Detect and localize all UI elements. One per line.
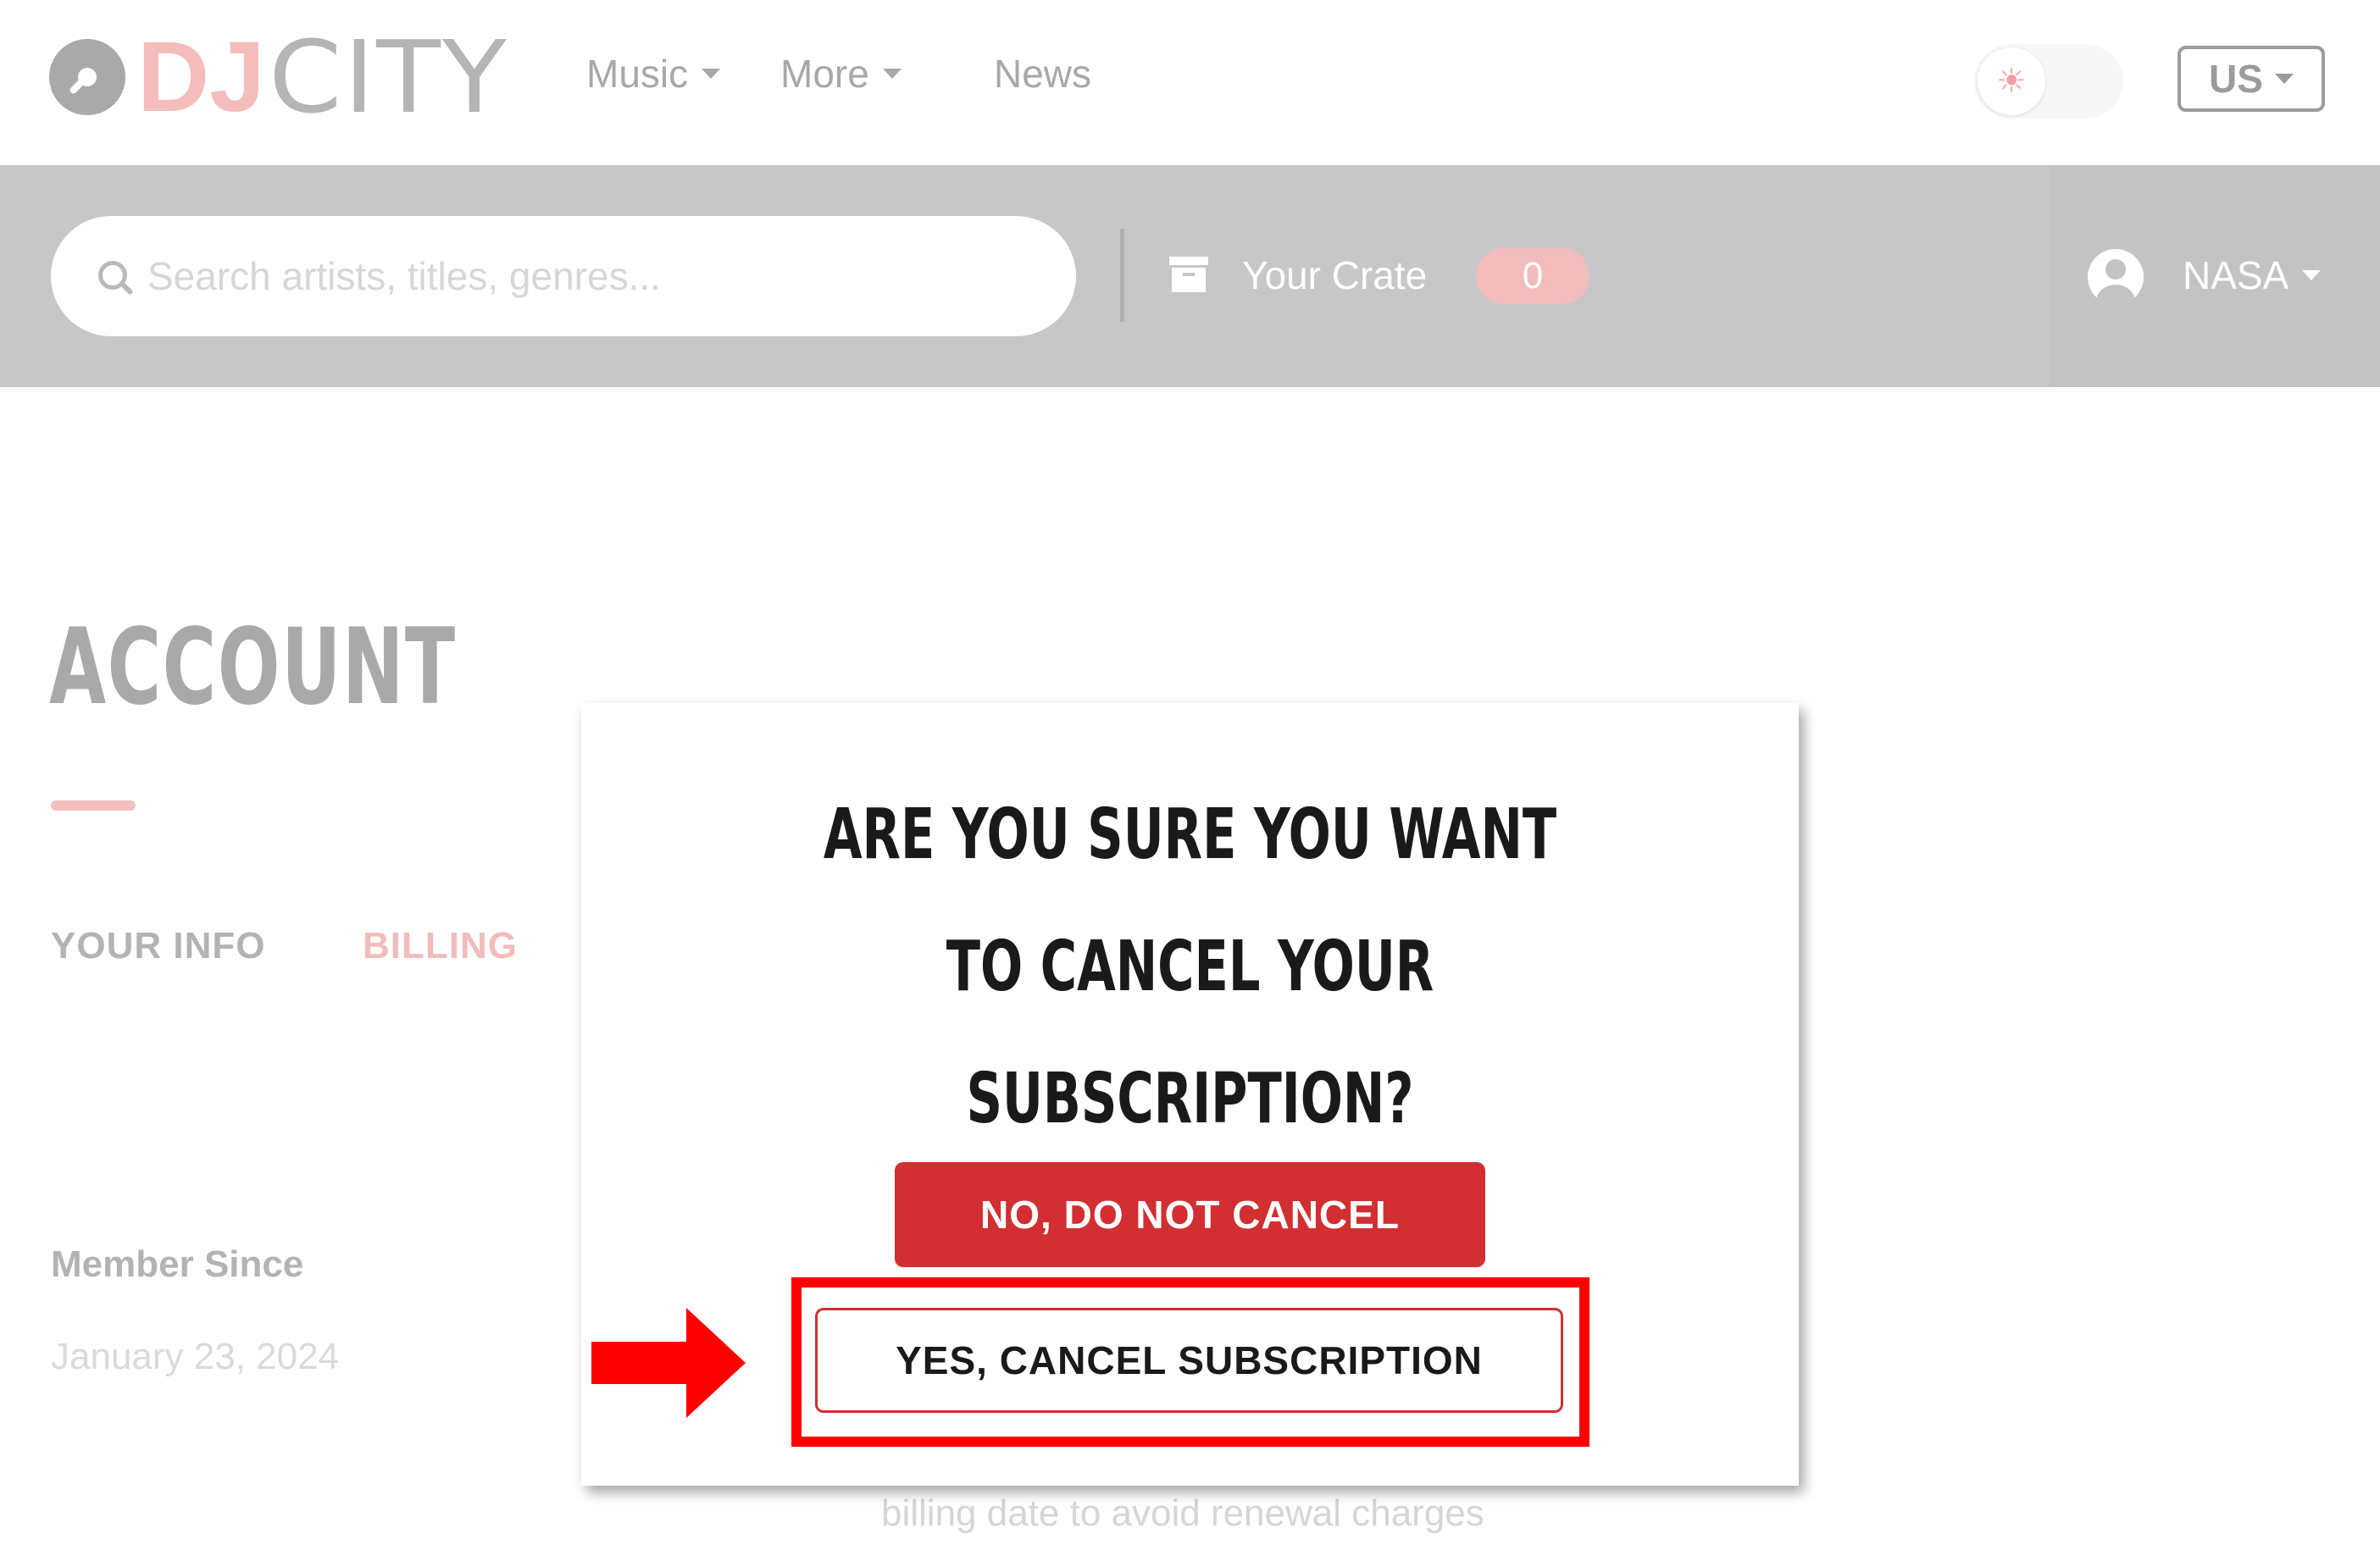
chevron-down-icon — [882, 69, 902, 79]
dialog-title: ARE YOU SURE YOU WANT TO CANCEL YOUR SUB… — [823, 795, 1557, 1139]
chevron-down-icon — [2302, 270, 2322, 280]
chevron-down-icon — [702, 69, 721, 79]
page-title: ACCOUNT — [49, 606, 457, 728]
search-input[interactable] — [146, 252, 996, 300]
member-since-value: January 23, 2024 — [51, 1336, 340, 1377]
user-circle-icon[interactable] — [2088, 249, 2144, 305]
billing-note-text: billing date to avoid renewal charges — [881, 1492, 1484, 1534]
divider — [1120, 229, 1124, 322]
archive-box-icon[interactable] — [1169, 257, 1208, 292]
search-icon — [98, 261, 134, 296]
annotation-arrow-icon — [591, 1308, 746, 1418]
nav-news-label: News — [994, 52, 1092, 96]
tab-billing[interactable]: BILLING — [363, 925, 518, 967]
tab-your-info[interactable]: YOUR INFO — [51, 925, 265, 967]
vinyl-disc-icon — [49, 39, 125, 115]
region-selector[interactable]: US — [2178, 46, 2325, 112]
search-box[interactable] — [51, 216, 1076, 336]
nav-music-menu[interactable]: Music — [586, 51, 721, 97]
do-not-cancel-button[interactable]: NO, DO NOT CANCEL — [895, 1162, 1485, 1267]
user-menu[interactable]: NASA — [2183, 252, 2322, 298]
nav-more-label: More — [780, 52, 869, 96]
top-navigation: DJ CITY Music More News ☀ US — [0, 0, 2380, 165]
your-crate-link[interactable]: Your Crate — [1242, 252, 1427, 298]
sun-icon: ☀ — [1978, 47, 2045, 115]
logo-city-text: CITY — [268, 19, 508, 136]
title-underline — [51, 800, 136, 811]
nav-more-menu[interactable]: More — [780, 51, 902, 97]
search-crate-bar: Your Crate 0 — [0, 165, 2380, 387]
logo-dj-text: DJ — [137, 21, 265, 133]
crate-count-badge: 0 — [1476, 248, 1589, 304]
nav-news-link[interactable]: News — [994, 51, 1091, 97]
theme-toggle[interactable]: ☀ — [1974, 44, 2123, 119]
member-since-label: Member Since — [51, 1243, 304, 1285]
region-label: US — [2209, 57, 2263, 101]
chevron-down-icon — [2274, 74, 2294, 84]
user-name-label: NASA — [2183, 253, 2289, 297]
annotation-highlight-box — [791, 1277, 1589, 1447]
djcity-logo[interactable]: DJ CITY — [49, 21, 507, 133]
nav-music-label: Music — [586, 52, 689, 96]
